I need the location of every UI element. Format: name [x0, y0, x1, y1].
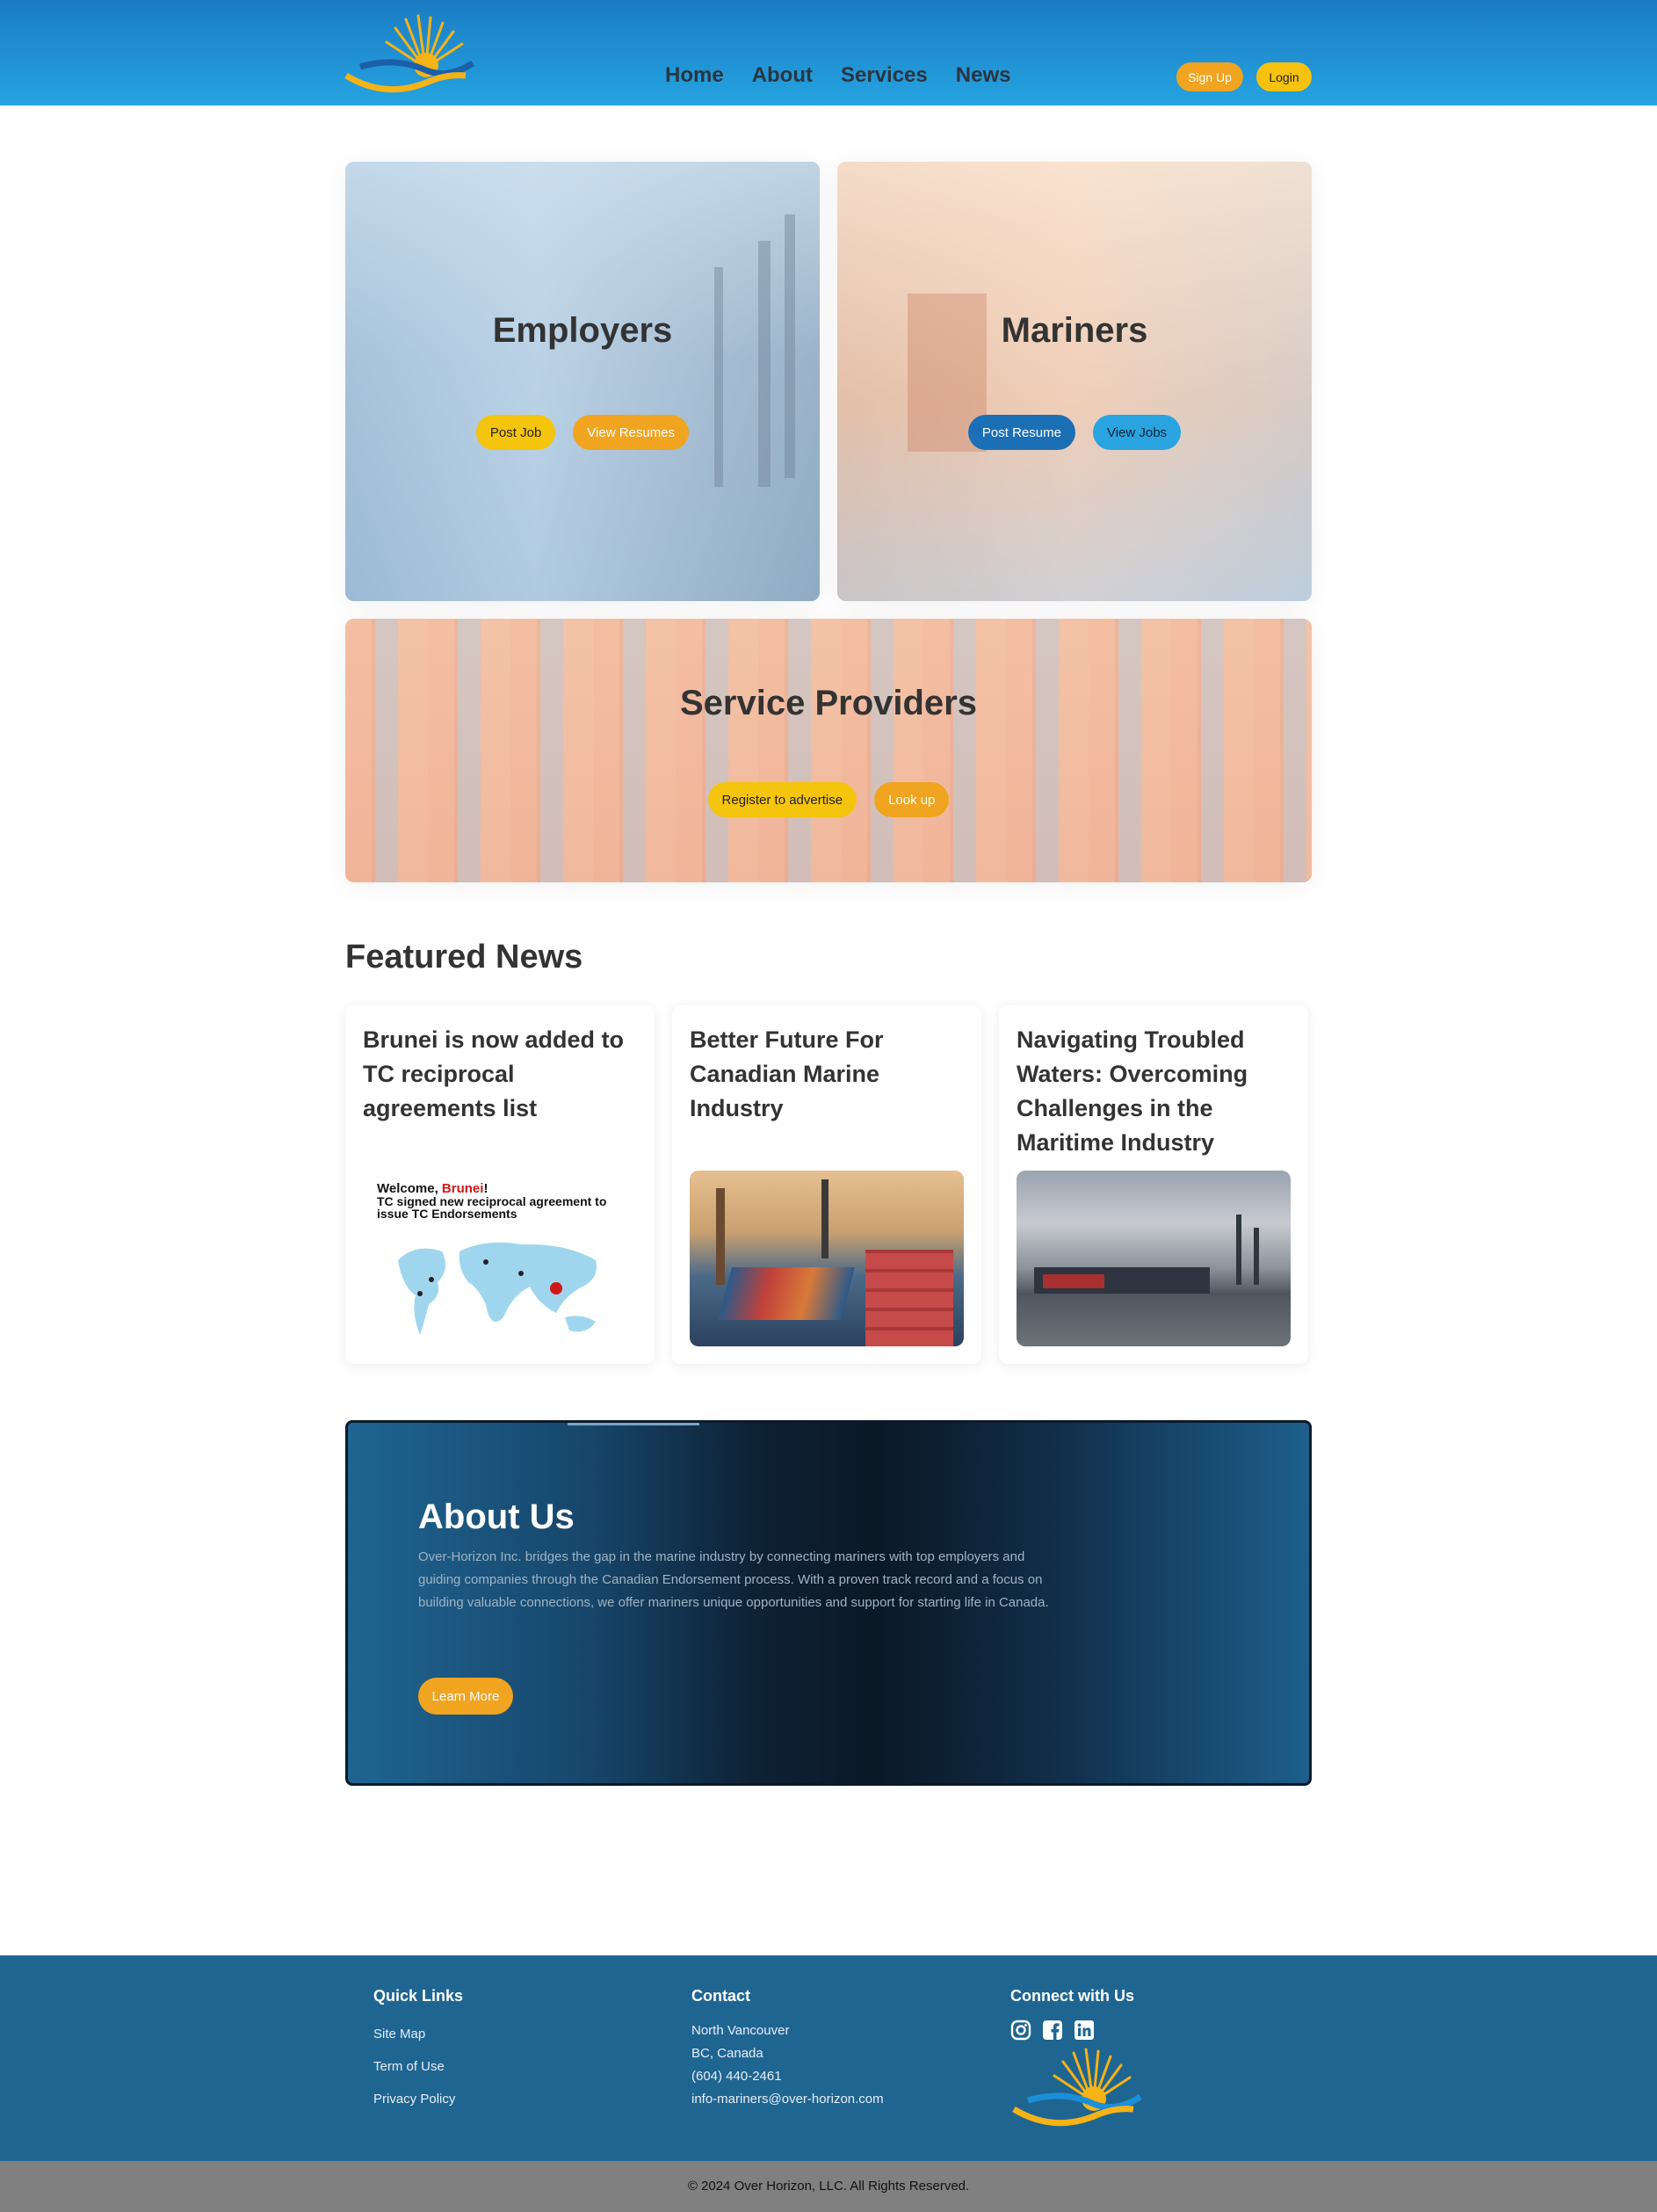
post-resume-button[interactable]: Post Resume	[967, 415, 1075, 450]
main-nav: Home About Services News	[665, 63, 1010, 88]
login-button[interactable]: Login	[1256, 62, 1312, 91]
news-card[interactable]: Brunei is now added to TC reciprocal agr…	[345, 1005, 655, 1364]
news-card-title[interactable]: Better Future For Canadian Marine Indust…	[690, 1023, 964, 1126]
contact-column: Contact North Vancouver BC, Canada (604)…	[691, 1987, 884, 2111]
term-of-use-link[interactable]: Term of Use	[373, 2059, 463, 2074]
quick-links-heading: Quick Links	[373, 1987, 464, 2005]
contact-email[interactable]: info-mariners@over-horizon.com	[691, 2088, 884, 2111]
containers-graphic	[865, 1250, 953, 1346]
news-card[interactable]: Better Future For Canadian Marine Indust…	[672, 1005, 981, 1364]
linkedin-icon[interactable]	[1074, 2020, 1095, 2041]
about-us-section: About Us Over-Horizon Inc. bridges the g…	[345, 1420, 1312, 1786]
about-us-body: Over-Horizon Inc. bridges the gap in the…	[418, 1549, 1049, 1610]
nav-about[interactable]: About	[752, 63, 813, 88]
service-providers-title: Service Providers	[680, 684, 977, 722]
privacy-policy-link[interactable]: Privacy Policy	[373, 2092, 463, 2107]
about-us-title: About Us	[418, 1498, 575, 1536]
crane-graphic	[716, 1188, 725, 1285]
view-jobs-button[interactable]: View Jobs	[1092, 415, 1182, 450]
site-footer: Quick Links Site Map Term of Use Privacy…	[0, 1955, 1657, 2161]
ship-hull-graphic	[1043, 1274, 1104, 1288]
contact-city: North Vancouver	[691, 2023, 790, 2038]
instagram-icon[interactable]	[1010, 2020, 1031, 2041]
sign-up-button[interactable]: Sign Up	[1176, 62, 1243, 91]
news-card-title[interactable]: Navigating Troubled Waters: Overcoming C…	[1017, 1023, 1291, 1160]
news-card-title[interactable]: Brunei is now added to TC reciprocal agr…	[363, 1023, 637, 1126]
crane-graphic	[1254, 1228, 1259, 1285]
register-to-advertise-button[interactable]: Register to advertise	[707, 782, 857, 817]
view-resumes-button[interactable]: View Resumes	[573, 415, 690, 450]
learn-more-button[interactable]: Learn More	[418, 1678, 513, 1715]
news-card-image-port-workers	[690, 1171, 964, 1346]
image-caption-agreement: TC signed new reciprocal agreement to is…	[377, 1194, 607, 1221]
crane-graphic	[1236, 1215, 1241, 1285]
facebook-icon[interactable]	[1042, 2020, 1063, 2041]
news-card[interactable]: Navigating Troubled Waters: Overcoming C…	[999, 1005, 1308, 1364]
site-map-link[interactable]: Site Map	[373, 2027, 463, 2042]
nav-news[interactable]: News	[956, 63, 1011, 88]
image-caption-welcome: Welcome, Brunei!	[377, 1182, 488, 1195]
about-tab-indicator	[568, 1423, 699, 1425]
employers-background-image	[345, 162, 820, 601]
news-card-image-harbor	[1017, 1171, 1291, 1346]
service-providers-card: Service Providers Register to advertise …	[345, 619, 1312, 882]
mariners-card: Mariners Post Resume View Jobs	[837, 162, 1312, 601]
nav-services[interactable]: Services	[841, 63, 928, 88]
nav-home[interactable]: Home	[665, 63, 724, 88]
crane-graphic	[821, 1179, 828, 1258]
copyright-bar: © 2024 Over Horizon, LLC. All Rights Res…	[0, 2161, 1657, 2212]
footer-sun-wave-logo[interactable]	[1010, 2046, 1142, 2129]
world-map-graphic	[398, 1242, 597, 1335]
social-links	[1010, 2020, 1142, 2041]
contact-heading: Contact	[691, 1987, 750, 2005]
news-card-image-world-map: Welcome, Brunei! TC signed new reciproca…	[363, 1171, 637, 1346]
employers-card: Employers Post Job View Resumes	[345, 162, 820, 601]
contact-region: BC, Canada	[691, 2046, 763, 2061]
mariners-actions: Post Resume View Jobs	[837, 415, 1312, 450]
contact-phone[interactable]: (604) 440-2461	[691, 2065, 884, 2088]
employers-actions: Post Job View Resumes	[345, 415, 820, 450]
featured-news-heading: Featured News	[345, 939, 583, 975]
service-providers-background-image	[345, 619, 1312, 882]
sun-wave-logo[interactable]	[343, 12, 474, 95]
look-up-button[interactable]: Look up	[874, 782, 950, 817]
mariners-title: Mariners	[1001, 311, 1148, 350]
crane-graphic	[758, 241, 771, 487]
quick-links-column: Quick Links Site Map Term of Use Privacy…	[373, 1987, 463, 2124]
container-ship-graphic	[717, 1267, 856, 1320]
employers-title: Employers	[492, 311, 673, 350]
service-providers-actions: Register to advertise Look up	[345, 782, 1312, 817]
connect-column: Connect with Us	[1010, 1987, 1142, 2133]
site-header: Home About Services News Sign Up Login	[0, 0, 1657, 105]
connect-heading: Connect with Us	[1010, 1987, 1135, 2005]
crane-graphic	[714, 267, 723, 487]
post-job-button[interactable]: Post Job	[475, 415, 556, 450]
